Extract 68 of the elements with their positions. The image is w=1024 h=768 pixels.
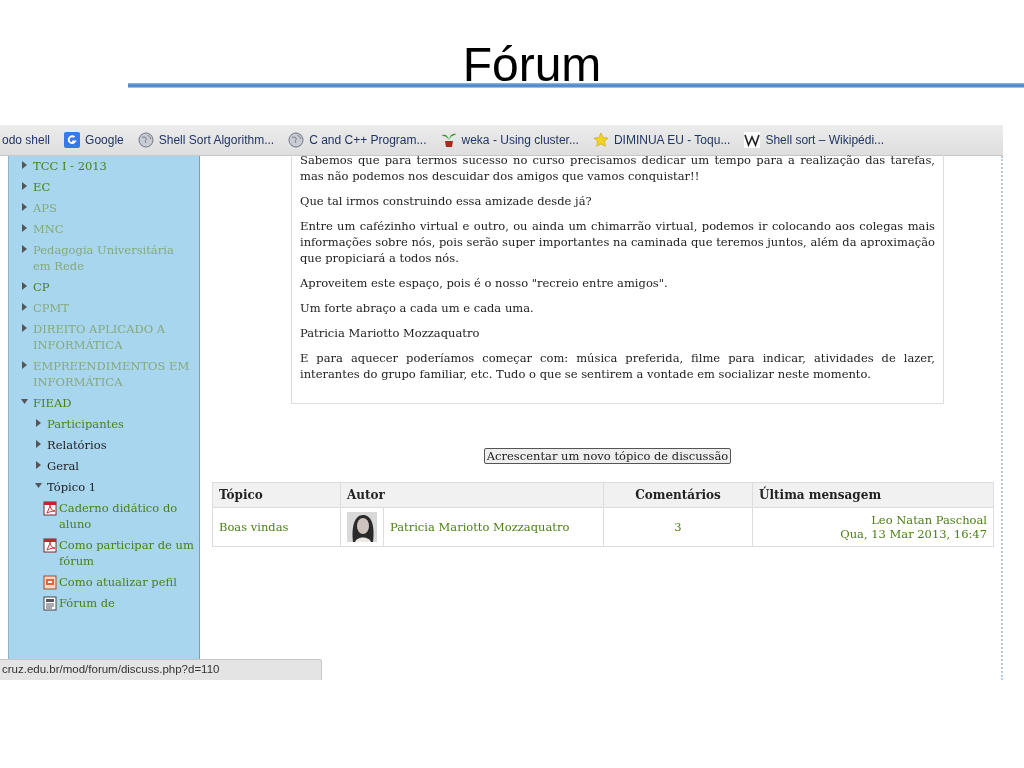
nav-link[interactable]: APS [33,200,57,216]
pdf-file-icon [43,501,57,516]
last-post-date: Qua, 13 Mar 2013, 16:47 [840,527,987,541]
nav-link[interactable]: EMPREENDIMENTOS EM INFORMÁTICA [33,358,195,390]
caret-right-icon[interactable] [21,161,28,169]
nav-link[interactable]: DIREITO APLICADO A INFORMÁTICA [33,321,195,353]
nav-item[interactable]: Tópico 1 [47,479,97,495]
bookmark[interactable]: Shell Sort Algorithm... [137,132,275,148]
plant-icon [440,132,457,148]
nav-link[interactable]: Como atualizar pefil [59,574,177,590]
nav-link[interactable]: MNC [33,221,64,237]
bookmark[interactable]: Shell sort – Wikipédi... [744,132,885,148]
nav-link[interactable]: Participantes [47,416,124,432]
post-paragraph: Sabemos que para termos sucesso no curso precisamos dedicar um tempo para a realização das tarefas, mas não podemos nos descuidar dos amigos que vamos conquistar!! [300,152,935,184]
slide-title: Fórum [462,40,602,90]
bookmark[interactable]: C and C++ Program... [288,132,427,148]
nav-link[interactable]: Fórum de [59,595,115,611]
bookmark[interactable]: weka - Using cluster... [440,132,579,148]
caret-right-icon[interactable] [35,419,42,427]
bookmark[interactable]: Google [64,132,124,148]
new-topic-button[interactable]: Acrescentar um novo tópico de discussão [483,448,732,464]
caret-right-icon[interactable] [35,440,42,448]
status-bar: cruz.edu.br/mod/forum/discuss.php?d=110 [0,659,322,680]
nav-link[interactable]: FIEAD [33,395,72,411]
post-paragraph: E para aquecer poderíamos começar com: música preferida, filme para indicar, atividades de lazer, interantes do grupo familiar, etc. Tudo o que se sentirem a vontade em socializar neste momento. [300,350,935,382]
bookmark[interactable]: odo shell [2,133,51,147]
nav-item[interactable]: Relatórios [47,437,107,453]
caret-right-icon[interactable] [21,182,28,190]
topic-link[interactable]: Boas vindas [219,520,289,534]
caret-right-icon[interactable] [21,224,28,232]
nav-link[interactable]: CPMT [33,300,69,316]
caret-right-icon[interactable] [35,461,42,469]
nav-link[interactable]: CP [33,279,50,295]
globe-icon [288,132,305,148]
column-header: Autor [340,482,604,508]
column-header: Tópico [212,482,341,508]
caret-right-icon[interactable] [21,203,28,211]
nav-link[interactable]: Como participar de um fórum [59,537,195,569]
nav-item[interactable]: Geral [47,458,80,474]
nav-link[interactable]: EC [33,179,51,195]
nav-link[interactable]: TCC I - 2013 [33,158,107,174]
caret-right-icon[interactable] [21,324,28,332]
post-paragraph: Patricia Mariotto Mozzaquatro [300,325,481,341]
pdf-file-icon [43,538,57,553]
comment-count: 3 [603,507,753,547]
google-icon [64,132,81,148]
slides-file-icon [43,575,57,590]
nav-link[interactable]: Pedagogia Universitária em Rede [33,242,195,274]
column-header: Comentários [603,482,753,508]
post-paragraph: Que tal irmos construindo essa amizade desde já? [300,193,593,209]
document-icon [43,596,57,611]
caret-down-icon[interactable] [35,482,42,490]
post-paragraph: Entre um cafézinho virtual e outro, ou ainda um chimarrão virtual, podemos ir colocando aos colegas mais informações sobre nós, pois serão super importantes na caminada que teremos juntos, além da aproximação que propiciará a todos nós. [300,218,935,266]
caret-right-icon[interactable] [21,303,28,311]
caret-down-icon[interactable] [21,398,28,406]
star-icon [592,132,609,148]
w-icon [744,132,761,148]
nav-link[interactable]: Caderno didático do aluno [59,500,195,532]
author-name: Patricia Mariotto Mozzaquatro [383,507,604,547]
caret-right-icon[interactable] [21,361,28,369]
post-paragraph: Um forte abraço a cada um e cada uma. [300,300,535,316]
column-header: Última mensagem [752,482,994,508]
caret-right-icon[interactable] [21,245,28,253]
caret-right-icon[interactable] [21,282,28,290]
globe-icon [137,132,154,148]
last-post-author: Leo Natan Paschoal [871,513,987,527]
post-paragraph: Aproveitem este espaço, pois é o nosso "recreio entre amigos". [300,275,669,291]
bookmark[interactable]: DIMINUA EU - Toqu... [592,132,731,148]
